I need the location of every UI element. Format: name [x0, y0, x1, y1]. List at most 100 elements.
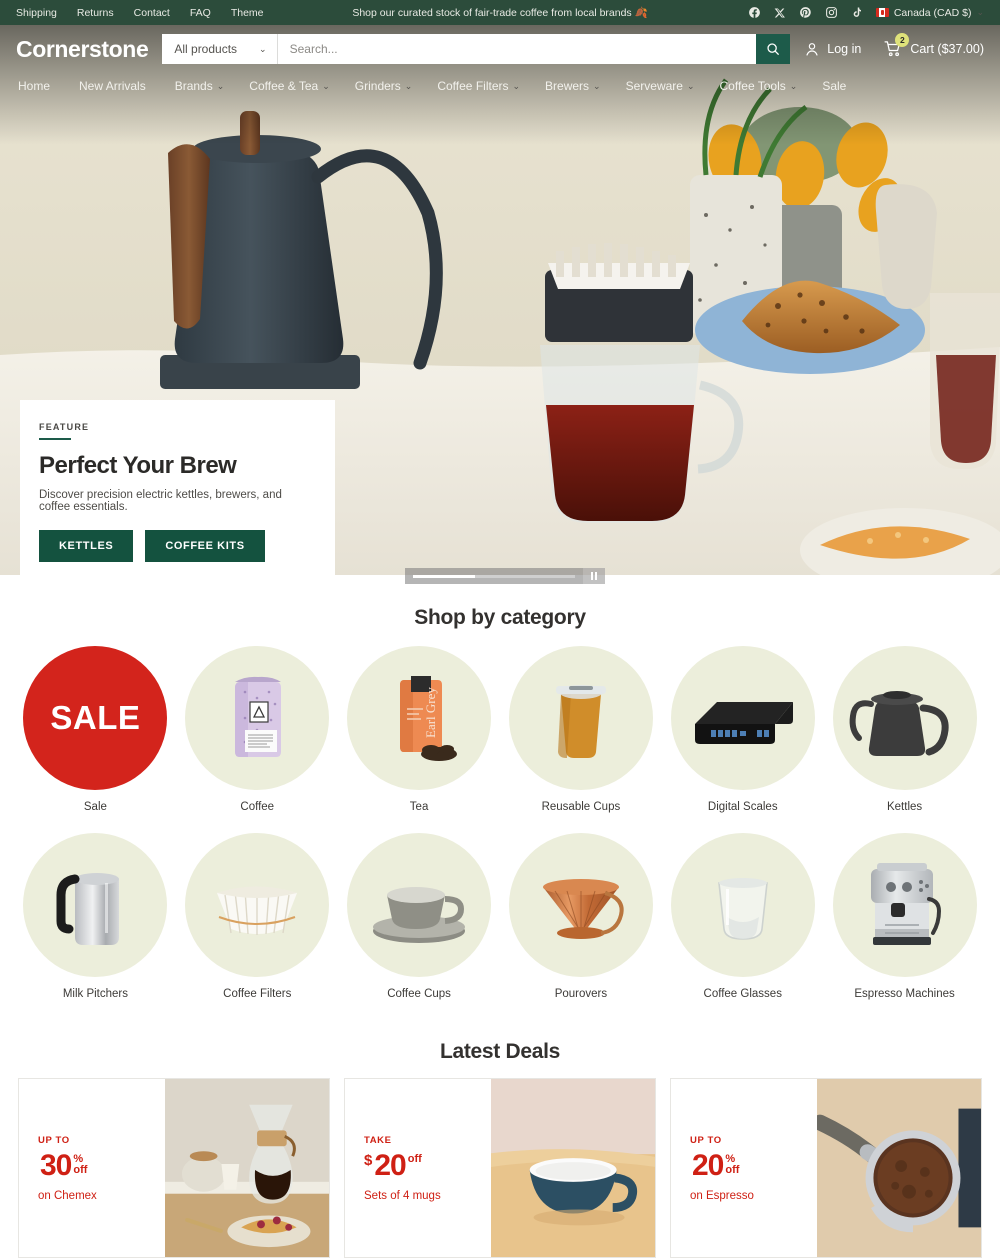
- currency-selector[interactable]: Canada (CAD $) ⌄: [875, 6, 984, 19]
- category-label: Reusable Cups: [541, 801, 621, 813]
- nav-item-sale[interactable]: Sale: [822, 79, 850, 93]
- cup-saucer-icon: [373, 887, 466, 943]
- deal-number: 30: [40, 1148, 72, 1182]
- deal-card[interactable]: UP TO 30 % off on Chemex: [18, 1078, 330, 1258]
- deal-kicker: UP TO: [38, 1134, 70, 1146]
- category-thumb: [23, 833, 168, 977]
- category-section-title: Shop by category: [414, 606, 586, 629]
- category-coffee-glasses[interactable]: Coffee Glasses: [665, 833, 820, 1000]
- nav-item-coffee-tea[interactable]: Coffee & Tea ⌄: [249, 79, 330, 93]
- deal-currency: $: [364, 1151, 373, 1169]
- category-coffee-cups[interactable]: Coffee Cups: [342, 833, 497, 1000]
- search-bar: All products ⌄: [162, 34, 791, 64]
- currency-label: Canada (CAD $): [893, 6, 972, 19]
- topbar-link-returns[interactable]: Returns: [77, 7, 114, 19]
- top-utility-bar: Shipping Returns Contact FAQ Theme Shop …: [0, 0, 1000, 25]
- coffee-bag-icon: [235, 676, 282, 757]
- carousel-progress-track[interactable]: [413, 574, 575, 578]
- category-thumb: [832, 646, 977, 790]
- deal-card[interactable]: UP TO 20 % off on Espresso: [670, 1078, 982, 1258]
- cart-count-badge: 2: [895, 33, 910, 47]
- category-digital-scales[interactable]: Digital Scales: [665, 646, 820, 813]
- deal-off: off: [407, 1152, 422, 1165]
- search-button[interactable]: [756, 34, 791, 64]
- deal-card[interactable]: TAKE $ 20 off Sets of 4 mugs: [344, 1078, 656, 1258]
- search-category-value: All products: [174, 42, 238, 56]
- category-espresso-machines[interactable]: Espresso Machines: [827, 833, 982, 1000]
- category-pourovers[interactable]: Pourovers: [503, 833, 658, 1000]
- pourover-icon: [542, 879, 624, 939]
- nav-item-home[interactable]: Home: [18, 79, 54, 93]
- category-label: Pourovers: [554, 988, 608, 1000]
- site-logo[interactable]: Cornerstone: [16, 36, 149, 63]
- deal-description: on Espresso: [690, 1189, 754, 1202]
- nav-item-new-arrivals[interactable]: New Arrivals: [79, 79, 150, 93]
- category-thumb: Earl Grey: [347, 646, 492, 790]
- carousel-pause-button[interactable]: [583, 568, 605, 584]
- hero-buttons: KETTLES COFFEE KITS: [39, 530, 313, 562]
- svg-text:Earl Grey: Earl Grey: [423, 687, 438, 738]
- cart-button[interactable]: 2 Cart ($37.00): [883, 33, 984, 58]
- nav-item-brewers[interactable]: Brewers ⌄: [545, 79, 601, 93]
- category-sale[interactable]: SALE Sale: [18, 646, 173, 813]
- deal-off: off: [725, 1164, 740, 1177]
- deals-section: Latest Deals UP TO 30 % off on Chemex TA…: [0, 1012, 1000, 1258]
- nav-item-coffee-tools[interactable]: Coffee Tools ⌄: [720, 79, 798, 93]
- category-reusable-cups[interactable]: Reusable Cups: [503, 646, 658, 813]
- category-label: Digital Scales: [707, 801, 778, 813]
- deal-number: 20: [692, 1148, 724, 1182]
- category-label: Sale: [83, 801, 107, 813]
- category-label: Coffee Glasses: [703, 988, 782, 1000]
- category-label: Coffee: [240, 801, 275, 813]
- category-coffee[interactable]: Coffee: [180, 646, 335, 813]
- category-thumb: [347, 833, 492, 977]
- facebook-icon[interactable]: [748, 6, 761, 19]
- kettles-button[interactable]: KETTLES: [39, 530, 134, 562]
- topbar-link-shipping[interactable]: Shipping: [16, 7, 57, 19]
- topbar-link-theme[interactable]: Theme: [231, 7, 264, 19]
- nav-item-grinders[interactable]: Grinders ⌄: [355, 79, 413, 93]
- category-thumb: [508, 833, 653, 977]
- coffee-kits-button[interactable]: COFFEE KITS: [145, 530, 265, 562]
- cart-label: Cart ($37.00): [910, 42, 984, 56]
- deal-image: [490, 1079, 655, 1257]
- deal-kicker: UP TO: [690, 1134, 722, 1146]
- category-thumb: [670, 833, 815, 977]
- deal-amount: 20 % off: [690, 1148, 817, 1182]
- main-navigation: Home New Arrivals Brands ⌄ Coffee & Tea …: [0, 73, 1000, 99]
- tiktok-icon[interactable]: [851, 6, 863, 19]
- instagram-icon[interactable]: [825, 6, 838, 19]
- x-icon[interactable]: [774, 7, 786, 19]
- nav-item-coffee-filters[interactable]: Coffee Filters ⌄: [437, 79, 520, 93]
- user-icon: [806, 43, 818, 56]
- topbar-link-faq[interactable]: FAQ: [190, 7, 211, 19]
- login-button[interactable]: Log in: [804, 41, 861, 57]
- category-coffee-filters[interactable]: Coffee Filters: [180, 833, 335, 1000]
- category-thumb: [185, 646, 330, 790]
- nav-label: Coffee Tools: [719, 79, 786, 93]
- category-tea[interactable]: Earl Grey Tea: [342, 646, 497, 813]
- search-category-select[interactable]: All products ⌄: [162, 34, 278, 64]
- chevron-down-icon: ⌄: [512, 80, 521, 91]
- category-milk-pitchers[interactable]: Milk Pitchers: [18, 833, 173, 1000]
- deal-description: Sets of 4 mugs: [364, 1189, 441, 1202]
- deal-suffix: off: [407, 1152, 422, 1166]
- category-label: Milk Pitchers: [62, 988, 128, 1000]
- deal-off: off: [73, 1164, 88, 1177]
- category-thumb: SALE: [23, 646, 168, 790]
- nav-label: Serveware: [625, 79, 683, 93]
- tea-pouch-icon: Earl Grey: [400, 676, 458, 761]
- topbar-right: Canada (CAD $) ⌄: [748, 6, 984, 19]
- category-thumb: [670, 646, 815, 790]
- nav-item-brands[interactable]: Brands ⌄: [175, 79, 225, 93]
- search-input[interactable]: [277, 34, 757, 64]
- category-kettles[interactable]: Kettles: [827, 646, 982, 813]
- espresso-machine-icon: [870, 863, 941, 945]
- topbar-link-contact[interactable]: Contact: [134, 7, 170, 19]
- chevron-down-icon: ⌄: [976, 7, 984, 17]
- nav-item-serveware[interactable]: Serveware ⌄: [626, 79, 695, 93]
- filter-icon: [217, 886, 298, 935]
- scale-icon: [694, 702, 793, 744]
- deal-suffix: % off: [73, 1153, 88, 1177]
- pinterest-icon[interactable]: [799, 6, 812, 19]
